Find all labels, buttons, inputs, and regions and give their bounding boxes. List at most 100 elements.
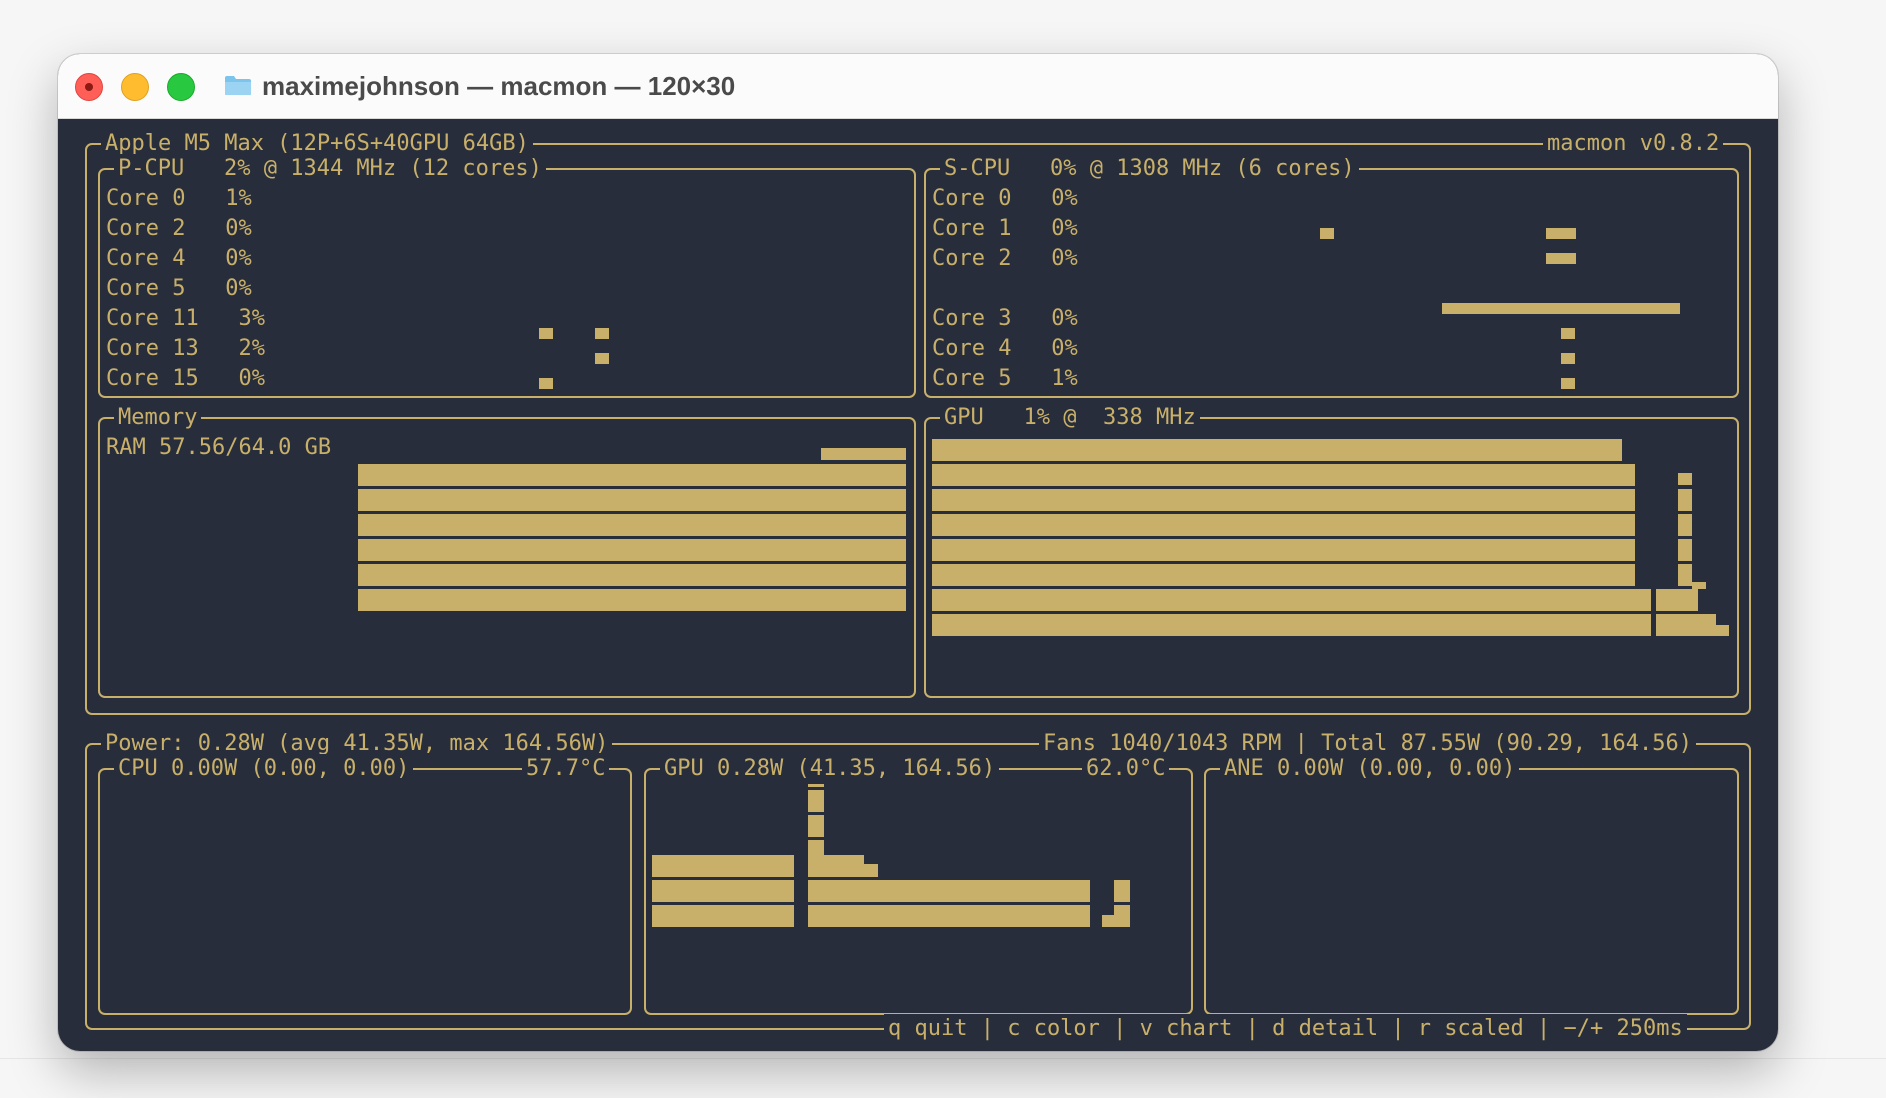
pcpu-activity-blip <box>539 328 553 339</box>
memory-history-bar <box>821 448 906 460</box>
gpu-power-spike <box>808 815 824 837</box>
scpu-title: S-CPU 0% @ 1308 MHz (6 cores) <box>940 154 1359 184</box>
gpu-history-bar <box>1656 614 1716 636</box>
gpu-power-bar <box>808 880 1090 902</box>
pcpu-core-row: Core 5 0% <box>106 274 252 304</box>
desktop-separator <box>0 1058 1886 1059</box>
scpu-activity-blip <box>1546 228 1576 239</box>
macmon-dashboard: Apple M5 Max (12P+6S+40GPU 64GB) macmon … <box>58 118 1778 1051</box>
core-usage: 0% <box>225 246 252 271</box>
scpu-label: S-CPU <box>944 156 1011 181</box>
gpu-spike-bar <box>1678 564 1692 586</box>
gpu-history-bar <box>932 539 1635 561</box>
core-name: Core 0 <box>932 186 1012 211</box>
memory-history-bar <box>358 514 906 536</box>
core-name: Core 11 <box>106 306 199 331</box>
core-usage: 0% <box>1051 246 1078 271</box>
pcpu-activity-blip <box>539 378 553 389</box>
scpu-core-row: Core 5 1% <box>932 364 1078 394</box>
zoom-button[interactable] <box>167 73 195 101</box>
gpu-power-bar <box>864 864 878 877</box>
window-title: maximejohnson — macmon — 120×30 <box>262 71 736 101</box>
core-name: Core 1 <box>932 216 1012 241</box>
ane-power-title: ANE 0.00W (0.00, 0.00) <box>1220 754 1520 784</box>
scpu-core-row: Core 3 0% <box>932 304 1078 334</box>
core-name: Core 0 <box>106 186 186 211</box>
gpu-history-bar <box>932 489 1635 511</box>
core-usage: 0% <box>1051 306 1078 331</box>
core-usage: 1% <box>225 186 252 211</box>
pcpu-core-row: Core 13 2% <box>106 334 265 364</box>
core-usage: 1% <box>1051 366 1078 391</box>
gpu-power-bar <box>1114 905 1130 927</box>
core-name: Core 4 <box>932 336 1012 361</box>
gpu-title: GPU 1% @ 338 MHz <box>940 403 1200 433</box>
cpu-power-box-border <box>98 768 632 1015</box>
scpu-activity-blip <box>1442 303 1680 314</box>
gpu-power-bar <box>652 880 794 902</box>
cpu-temp: 57.7°C <box>522 754 610 784</box>
ram-usage: RAM 57.56/64.0 GB <box>106 435 332 460</box>
memory-history-bar <box>358 589 906 611</box>
scpu-summary: 0% @ 1308 MHz (6 cores) <box>1049 156 1355 181</box>
gpu-power-bar <box>808 855 864 877</box>
scpu-core-row: Core 2 0% <box>932 244 1078 274</box>
gpu-history-bar <box>932 439 1622 461</box>
memory-history-bar <box>358 539 906 561</box>
cpu-power-title: CPU 0.00W (0.00, 0.00) <box>114 754 414 784</box>
gpu-label: GPU <box>944 405 984 430</box>
gpu-temp: 62.0°C <box>1082 754 1170 784</box>
version-label: macmon v0.8.2 <box>1543 129 1724 159</box>
terminal-window: maximejohnson — macmon — 120×30 Apple M5… <box>58 54 1778 1051</box>
gpu-history-bar <box>932 589 1651 611</box>
pcpu-core-row: Core 0 1% <box>106 184 252 214</box>
core-usage: 3% <box>238 306 265 331</box>
gpu-spike-bar <box>1678 514 1692 536</box>
gpu-power-bar <box>652 855 794 877</box>
core-usage: 0% <box>225 216 252 241</box>
memory-history-bar <box>358 564 906 586</box>
gpu-history-bar <box>932 514 1635 536</box>
minimize-button[interactable] <box>121 73 149 101</box>
scpu-activity-blip <box>1561 328 1575 339</box>
core-name: Core 15 <box>106 366 199 391</box>
core-name: Core 5 <box>932 366 1012 391</box>
gpu-power-spike <box>808 790 824 812</box>
gpu-power-bar <box>808 905 1090 927</box>
gpu-history-bar <box>932 464 1635 486</box>
core-name: Core 2 <box>106 216 186 241</box>
tui-frame-and-charts <box>85 143 1751 1030</box>
scpu-core-row: Core 0 0% <box>932 184 1078 214</box>
gpu-history-bar <box>1716 625 1729 636</box>
memory-history-bar <box>358 489 906 511</box>
memory-history-bar <box>358 464 906 486</box>
core-usage: 0% <box>1051 186 1078 211</box>
gpu-power-bar <box>1114 880 1130 902</box>
gpu-spike-bar <box>1692 582 1706 589</box>
gpu-spike-bar <box>1678 489 1692 511</box>
scpu-activity-blip <box>1561 378 1575 389</box>
gpu-history-bar <box>932 564 1635 586</box>
core-name: Core 4 <box>106 246 186 271</box>
scpu-core-row: Core 1 0% <box>932 214 1078 244</box>
gpu-history-bar <box>1656 589 1698 611</box>
core-name: Core 13 <box>106 336 199 361</box>
pcpu-label: P-CPU <box>118 156 185 181</box>
pcpu-core-row: Core 15 0% <box>106 364 265 394</box>
core-usage: 0% <box>225 276 252 301</box>
gpu-history-bar <box>932 614 1651 636</box>
core-name: Core 5 <box>106 276 186 301</box>
title-bar[interactable]: maximejohnson — macmon — 120×30 <box>58 54 1778 119</box>
pcpu-summary: 2% @ 1344 MHz (12 cores) <box>223 156 542 181</box>
memory-title: Memory <box>114 403 202 433</box>
pcpu-core-row: Core 11 3% <box>106 304 265 334</box>
close-button[interactable] <box>75 73 103 101</box>
scpu-activity-blip <box>1561 353 1575 364</box>
gpu-power-bar <box>652 905 794 927</box>
scpu-core-row: Core 4 0% <box>932 334 1078 364</box>
core-usage: 0% <box>1051 336 1078 361</box>
key-hints[interactable]: q quit | c color | v chart | d detail | … <box>884 1014 1687 1044</box>
core-usage: 0% <box>1051 216 1078 241</box>
pcpu-core-row: Core 2 0% <box>106 214 252 244</box>
pcpu-title: P-CPU 2% @ 1344 MHz (12 cores) <box>114 154 546 184</box>
